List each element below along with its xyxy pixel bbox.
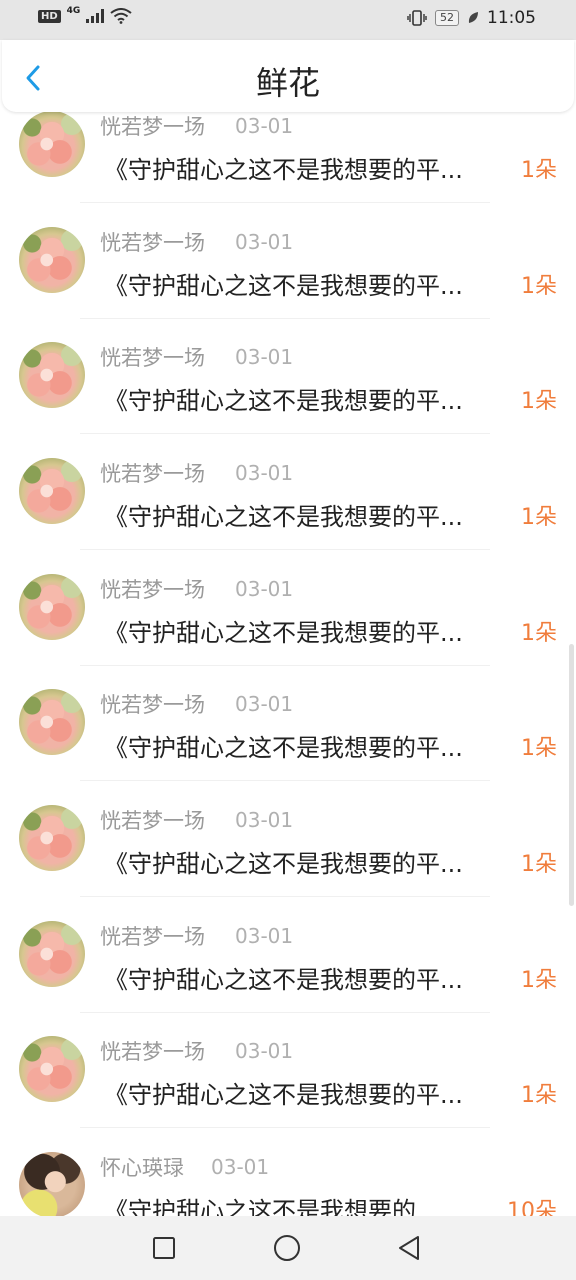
user-name[interactable]: 恍若梦一场 bbox=[100, 574, 205, 604]
post-date: 03-01 bbox=[235, 461, 294, 485]
post-title[interactable]: 《守护甜心之这不是我想要的平... bbox=[104, 497, 463, 532]
avatar[interactable] bbox=[19, 1036, 85, 1102]
divider bbox=[80, 1012, 490, 1013]
clock: 11:05 bbox=[487, 8, 536, 28]
user-name[interactable]: 恍若梦一场 bbox=[100, 227, 205, 257]
list-item[interactable]: 恍若梦一场 03-01 《守护甜心之这不是我想要的平... 1朵 bbox=[0, 224, 576, 340]
post-title[interactable]: 《守护甜心之这不是我想要的平... bbox=[104, 844, 463, 879]
post-date: 03-01 bbox=[235, 808, 294, 832]
post-title[interactable]: 《守护甜心之这不是我想要的平... bbox=[104, 381, 463, 416]
post-title[interactable]: 《守护甜心之这不是我想要的平... bbox=[104, 266, 463, 301]
flower-gift-list[interactable]: 恍若梦一场 03-01 《守护甜心之这不是我想要的平... 1朵 恍若梦一场 0… bbox=[0, 108, 576, 1216]
list-item[interactable]: 恍若梦一场 03-01 《守护甜心之这不是我想要的平... 1朵 bbox=[0, 802, 576, 918]
flower-count: 1朵 bbox=[521, 1083, 557, 1108]
flower-count: 1朵 bbox=[521, 736, 557, 761]
user-name[interactable]: 恍若梦一场 bbox=[100, 689, 205, 719]
flower-count: 1朵 bbox=[521, 852, 557, 877]
user-name[interactable]: 怀心瑛琭 bbox=[100, 1152, 184, 1182]
flower-count: 1朵 bbox=[521, 274, 557, 299]
user-name[interactable]: 恍若梦一场 bbox=[100, 1036, 205, 1066]
divider bbox=[80, 202, 490, 203]
post-date: 03-01 bbox=[235, 577, 294, 601]
post-title[interactable]: 《守护甜心之这不是我想要的平... bbox=[104, 1075, 463, 1110]
flower-count: 1朵 bbox=[521, 389, 557, 414]
divider bbox=[80, 318, 490, 319]
system-navbar bbox=[0, 1216, 576, 1280]
divider bbox=[80, 665, 490, 666]
post-date: 03-01 bbox=[211, 1155, 270, 1179]
vibrate-icon bbox=[407, 10, 427, 26]
avatar[interactable] bbox=[19, 342, 85, 408]
network-type: 4G bbox=[66, 6, 81, 16]
wifi-icon bbox=[110, 8, 132, 24]
flower-count: 1朵 bbox=[521, 158, 557, 183]
list-item[interactable]: 恍若梦一场 03-01 《守护甜心之这不是我想要的平... 1朵 bbox=[0, 918, 576, 1034]
flower-count: 1朵 bbox=[521, 505, 557, 530]
flower-count: 10朵 bbox=[507, 1199, 557, 1216]
list-item[interactable]: 恍若梦一场 03-01 《守护甜心之这不是我想要的平... 1朵 bbox=[0, 571, 576, 687]
post-title[interactable]: 《守护甜心之这不是我想要的平... bbox=[104, 960, 463, 995]
user-name[interactable]: 恍若梦一场 bbox=[100, 458, 205, 488]
flower-count: 1朵 bbox=[521, 968, 557, 993]
flower-count: 1朵 bbox=[521, 621, 557, 646]
status-left: HD 4G bbox=[38, 6, 132, 24]
avatar[interactable] bbox=[19, 921, 85, 987]
avatar[interactable] bbox=[19, 805, 85, 871]
post-title[interactable]: 《守护甜心之这不是我想要的平... bbox=[104, 150, 463, 185]
post-date: 03-01 bbox=[235, 1039, 294, 1063]
signal-icon bbox=[86, 9, 105, 23]
list-item[interactable]: 恍若梦一场 03-01 《守护甜心之这不是我想要的平... 1朵 bbox=[0, 686, 576, 802]
scrollbar[interactable] bbox=[569, 644, 574, 906]
user-name[interactable]: 恍若梦一场 bbox=[100, 111, 205, 141]
avatar[interactable] bbox=[19, 458, 85, 524]
divider bbox=[80, 549, 490, 550]
battery-indicator: 52 bbox=[435, 10, 459, 26]
user-name[interactable]: 恍若梦一场 bbox=[100, 342, 205, 372]
list-item[interactable]: 恍若梦一场 03-01 《守护甜心之这不是我想要的平... 1朵 bbox=[0, 339, 576, 455]
divider bbox=[80, 896, 490, 897]
app-header: 鲜花 bbox=[2, 40, 574, 112]
divider bbox=[80, 780, 490, 781]
divider bbox=[80, 1127, 490, 1128]
post-title[interactable]: 《守护甜心之这不是我想要的平... bbox=[104, 613, 463, 648]
post-date: 03-01 bbox=[235, 114, 294, 138]
post-date: 03-01 bbox=[235, 924, 294, 948]
user-name[interactable]: 恍若梦一场 bbox=[100, 805, 205, 835]
divider bbox=[80, 433, 490, 434]
post-date: 03-01 bbox=[235, 345, 294, 369]
post-title[interactable]: 《守护甜心之这不是我想要的... bbox=[104, 1191, 439, 1216]
list-item[interactable]: 恍若梦一场 03-01 《守护甜心之这不是我想要的平... 1朵 bbox=[0, 455, 576, 571]
triangle-back-icon[interactable] bbox=[396, 1234, 424, 1262]
avatar[interactable] bbox=[19, 111, 85, 177]
post-date: 03-01 bbox=[235, 692, 294, 716]
avatar[interactable] bbox=[19, 227, 85, 293]
square-icon[interactable] bbox=[150, 1234, 178, 1262]
circle-icon[interactable] bbox=[273, 1234, 301, 1262]
avatar[interactable] bbox=[19, 689, 85, 755]
page-title: 鲜花 bbox=[255, 64, 320, 102]
leaf-icon bbox=[468, 12, 478, 23]
list-item[interactable]: 恍若梦一场 03-01 《守护甜心之这不是我想要的平... 1朵 bbox=[0, 108, 576, 224]
list-item[interactable]: 怀心瑛琭 03-01 《守护甜心之这不是我想要的... 10朵 bbox=[0, 1149, 576, 1216]
status-right: 52 11:05 bbox=[407, 8, 536, 28]
user-name[interactable]: 恍若梦一场 bbox=[100, 921, 205, 951]
avatar[interactable] bbox=[19, 574, 85, 640]
hd-badge: HD bbox=[38, 9, 61, 23]
avatar[interactable] bbox=[19, 1152, 85, 1216]
post-date: 03-01 bbox=[235, 230, 294, 254]
status-bar: HD 4G 52 11:05 bbox=[0, 0, 576, 40]
post-title[interactable]: 《守护甜心之这不是我想要的平... bbox=[104, 728, 463, 763]
list-item[interactable]: 恍若梦一场 03-01 《守护甜心之这不是我想要的平... 1朵 bbox=[0, 1033, 576, 1149]
